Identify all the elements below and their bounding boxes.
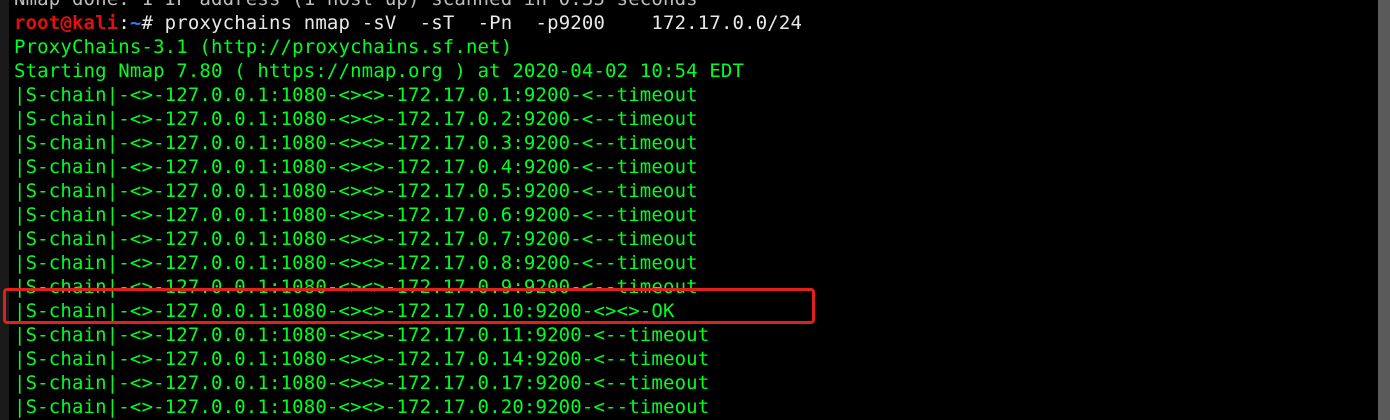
prompt-user-host: root@kali — [14, 12, 119, 34]
output-line-nmap-start: Starting Nmap 7.80 ( https://nmap.org ) … — [14, 60, 745, 82]
output-line-chain: |S-chain|-<>-127.0.0.1:1080-<><>-172.17.… — [14, 396, 710, 418]
scrollbar-thumb[interactable] — [1378, 0, 1390, 420]
prompt-symbol: # — [141, 12, 154, 34]
terminal-output: Nmap done: 1 IP address (1 host up) scan… — [14, 0, 802, 419]
output-line-chain: |S-chain|-<>-127.0.0.1:1080-<><>-172.17.… — [14, 132, 698, 154]
output-line-chain: |S-chain|-<>-127.0.0.1:1080-<><>-172.17.… — [14, 276, 698, 298]
vertical-scrollbar[interactable] — [1378, 0, 1390, 420]
output-line-chain: |S-chain|-<>-127.0.0.1:1080-<><>-172.17.… — [14, 84, 698, 106]
prompt-separator: : — [118, 12, 130, 34]
command-text: proxychains nmap -sV -sT -Pn -p9200 172.… — [153, 12, 803, 34]
terminal-window[interactable]: Nmap done: 1 IP address (1 host up) scan… — [0, 0, 1390, 420]
output-line-chain: |S-chain|-<>-127.0.0.1:1080-<><>-172.17.… — [14, 204, 698, 226]
output-line-chain: |S-chain|-<>-127.0.0.1:1080-<><>-172.17.… — [14, 324, 710, 346]
output-line-chain-ok: |S-chain|-<>-127.0.0.1:1080-<><>-172.17.… — [14, 300, 675, 322]
terminal-left-border — [0, 0, 9, 420]
output-line-chain: |S-chain|-<>-127.0.0.1:1080-<><>-172.17.… — [14, 372, 710, 394]
prompt-path: ~ — [129, 12, 142, 34]
output-line-chain: |S-chain|-<>-127.0.0.1:1080-<><>-172.17.… — [14, 180, 698, 202]
output-line-chain: |S-chain|-<>-127.0.0.1:1080-<><>-172.17.… — [14, 228, 698, 250]
output-line-chain: |S-chain|-<>-127.0.0.1:1080-<><>-172.17.… — [14, 156, 698, 178]
output-line-chain: |S-chain|-<>-127.0.0.1:1080-<><>-172.17.… — [14, 252, 698, 274]
partial-output-line: Nmap done: 1 IP address (1 host up) scan… — [14, 0, 802, 11]
prompt-line: root@kali:~# proxychains nmap -sV -sT -P… — [14, 11, 802, 35]
output-line-chain: |S-chain|-<>-127.0.0.1:1080-<><>-172.17.… — [14, 348, 710, 370]
output-line-chain: |S-chain|-<>-127.0.0.1:1080-<><>-172.17.… — [14, 108, 698, 130]
output-line-proxychains-banner: ProxyChains-3.1 (http://proxychains.sf.n… — [14, 36, 513, 58]
